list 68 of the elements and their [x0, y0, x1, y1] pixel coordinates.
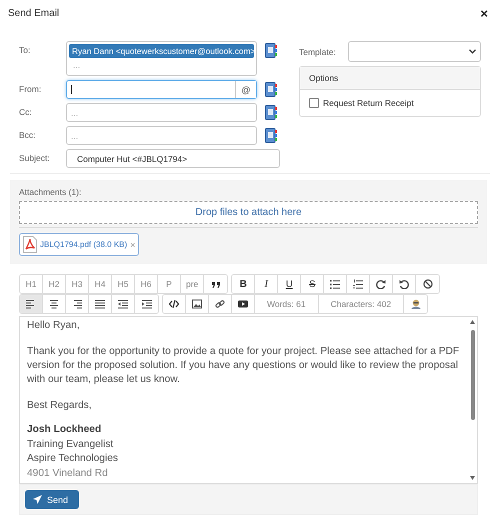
person-icon — [410, 299, 421, 309]
format-button[interactable]: H1 — [20, 275, 43, 293]
close-button[interactable]: × — [480, 6, 488, 20]
email-field[interactable]: ... — [66, 126, 257, 145]
subject-field[interactable]: Computer Hut <#JBLQ1794> — [66, 149, 280, 168]
address-book-icon[interactable] — [265, 128, 277, 143]
remove-button[interactable]: × — [130, 240, 136, 250]
placeholder-text: ... — [72, 59, 82, 72]
message-paragraph: Best Regards, — [27, 399, 93, 413]
quote-icon — [210, 279, 221, 289]
signature-line: 4901 Vineland Rd — [27, 466, 109, 480]
email-field[interactable]: @ — [66, 80, 257, 99]
field-label: Cc: — [19, 106, 33, 117]
link-icon — [215, 299, 225, 309]
message-paragraph: Thank you for the opportunity to provide a quote for your project. Please see attached for a PDF version for the proposed solution. If you have any questions or would like to review the proposal with our team, please let us know. — [27, 345, 460, 387]
bulleted-list-icon — [330, 279, 340, 289]
counter-text: Characters: 402 — [318, 295, 404, 313]
placeholder-text: ... — [71, 108, 78, 118]
address-book-icon[interactable] — [265, 105, 277, 120]
code-icon — [169, 299, 179, 309]
at-sign-addon[interactable]: @ — [235, 81, 256, 98]
recipient-chip[interactable]: Ryan Dann <quotewerkscustomer@outlook.com> — [69, 44, 254, 58]
redo-icon — [376, 279, 386, 289]
image-icon — [192, 299, 202, 309]
indent-icon — [142, 299, 152, 309]
justify-icon — [95, 299, 105, 309]
attachments-label: Attachments (1): — [19, 187, 82, 197]
clear-format-icon — [422, 279, 433, 289]
scroll-down-arrow-icon[interactable] — [470, 476, 475, 480]
checkbox-label: Request Return Receipt — [323, 98, 414, 108]
dialog-title: Send Email — [8, 8, 60, 18]
field-label: Subject: — [19, 152, 51, 163]
toolbar-button[interactable] — [20, 295, 43, 313]
outdent-icon — [118, 299, 128, 309]
numbered-list-icon — [353, 279, 364, 289]
placeholder-text: ... — [71, 130, 78, 140]
recipients-field[interactable]: Ryan Dann <quotewerkscustomer@outlook.com> ... — [66, 41, 257, 76]
field-label: From: — [19, 83, 42, 94]
pdf-file-icon — [23, 236, 37, 253]
message-editor[interactable] — [19, 316, 478, 484]
toolbar-button[interactable] — [163, 295, 186, 313]
format-button[interactable]: B — [232, 275, 256, 293]
address-book-icon[interactable] — [265, 43, 277, 58]
video-icon — [238, 299, 248, 309]
chevron-down-icon — [469, 49, 476, 54]
signature-line: Training Evangelist — [27, 438, 114, 452]
panel-title: Options — [300, 67, 480, 90]
align-center-icon — [49, 299, 59, 309]
attachment-chip[interactable]: JBLQ1794.pdf (38.0 KB) × — [19, 233, 140, 256]
signature-line: Josh Lockheed — [27, 423, 102, 437]
send-button[interactable]: Send — [25, 490, 80, 509]
signature-line: Aspire Technologies — [27, 452, 119, 466]
paper-plane-icon — [33, 495, 42, 504]
field-label: To: — [19, 44, 32, 55]
align-right-icon — [72, 299, 82, 309]
checkbox[interactable] — [309, 98, 319, 108]
scroll-up-arrow-icon[interactable] — [470, 320, 475, 324]
undo-icon — [399, 279, 410, 289]
field-label: Bcc: — [19, 129, 37, 140]
field-label: Template: — [299, 46, 337, 56]
text-cursor — [71, 85, 72, 94]
attachment-name: JBLQ1794.pdf (38.0 KB) — [40, 240, 128, 249]
email-field[interactable]: ... — [66, 103, 257, 122]
drop-zone[interactable]: Drop files to attach here — [19, 201, 478, 224]
address-book-icon[interactable] — [265, 82, 277, 97]
align-left-icon — [26, 299, 36, 309]
message-paragraph: Hello Ryan, — [27, 319, 81, 333]
field-value: Computer Hut <#JBLQ1794> — [77, 154, 188, 164]
